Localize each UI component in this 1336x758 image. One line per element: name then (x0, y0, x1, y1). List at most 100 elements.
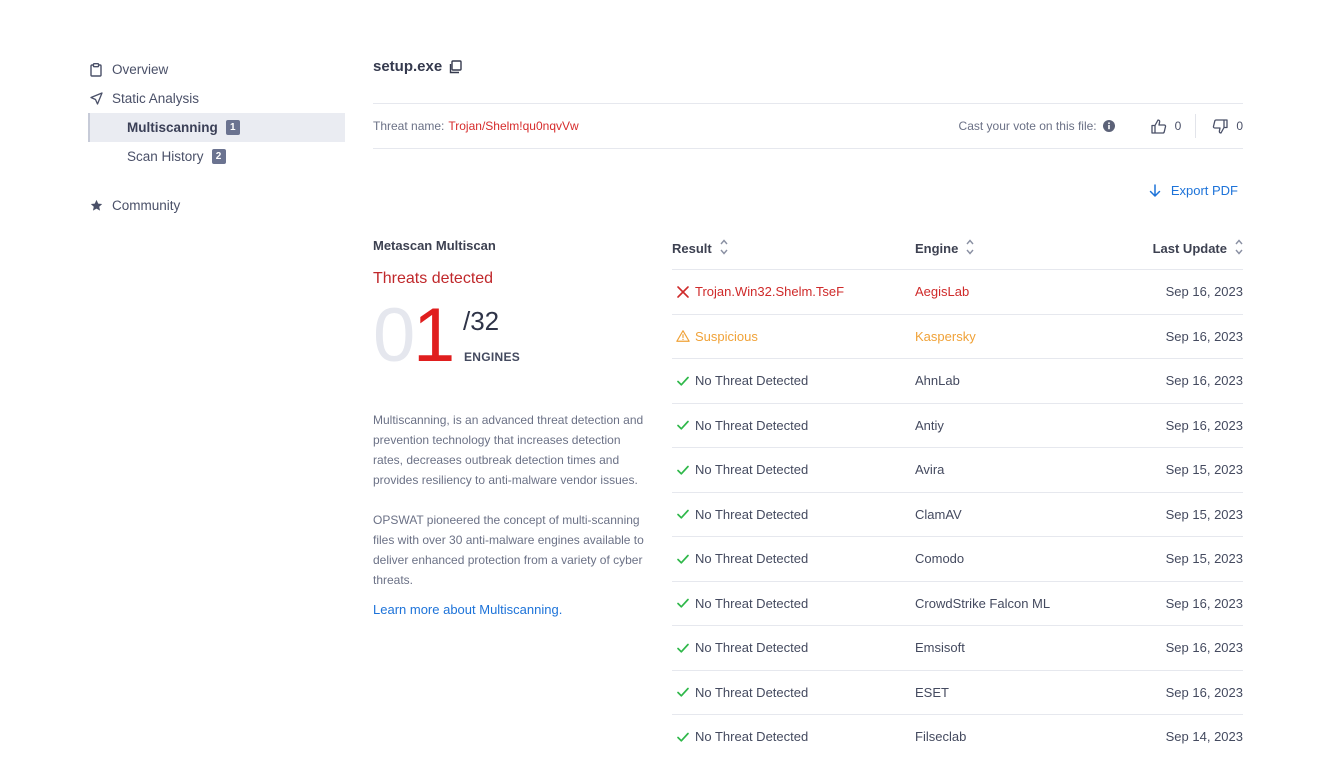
check-icon (676, 552, 690, 566)
sidebar-item-scan-history[interactable]: Scan History 2 (88, 142, 345, 171)
column-header-label: Engine (915, 241, 959, 256)
sidebar-item-label: Scan History (127, 149, 204, 164)
export-pdf-button[interactable]: Export PDF (1149, 183, 1238, 198)
star-icon (89, 199, 103, 213)
result-text: No Threat Detected (695, 417, 809, 433)
send-icon (89, 92, 103, 106)
sidebar-item-label: Multiscanning (127, 120, 218, 135)
table-row[interactable]: Suspicious Kaspersky Sep 16, 2023 (672, 315, 1243, 359)
date-cell: Sep 15, 2023 (1165, 551, 1243, 567)
date-cell: Sep 16, 2023 (1165, 595, 1243, 611)
results-table: Result Engine Last Update Trojan.Win32.S… (672, 228, 1243, 758)
result-text: No Threat Detected (695, 551, 809, 567)
result-cell: No Threat Detected (672, 507, 915, 522)
sidebar: Overview Static Analysis Multiscanning 1… (88, 55, 345, 220)
result-text: No Threat Detected (695, 640, 809, 656)
x-icon (676, 285, 690, 299)
downvote-button[interactable]: 0 (1212, 118, 1243, 134)
engine-cell: ClamAV (915, 506, 962, 522)
table-row[interactable]: No Threat Detected CrowdStrike Falcon ML S… (672, 582, 1243, 626)
result-cell: No Threat Detected (672, 685, 915, 700)
check-icon (676, 418, 690, 432)
sidebar-item-overview[interactable]: Overview (88, 55, 345, 84)
sort-icon (720, 238, 728, 259)
check-icon (676, 596, 690, 610)
result-text: No Threat Detected (695, 506, 809, 522)
engine-cell: Avira (915, 462, 945, 478)
engines-label: ENGINES (464, 350, 521, 364)
date-cell: Sep 16, 2023 (1165, 684, 1243, 700)
engine-cell: CrowdStrike Falcon ML (915, 595, 1051, 611)
result-cell: No Threat Detected (672, 729, 915, 744)
table-row[interactable]: No Threat Detected Antiy Sep 16, 2023 (672, 404, 1243, 448)
table-row[interactable]: No Threat Detected ClamAV Sep 15, 2023 (672, 493, 1243, 537)
detection-score: 0 1 /32 ENGINES (373, 293, 648, 390)
column-header-engine[interactable]: Engine (915, 238, 1115, 259)
result-text: No Threat Detected (695, 684, 809, 700)
table-row[interactable]: No Threat Detected Avira Sep 15, 2023 (672, 448, 1243, 493)
table-row[interactable]: No Threat Detected ESET Sep 16, 2023 (672, 671, 1243, 715)
check-icon (676, 641, 690, 655)
column-header-label: Result (672, 241, 712, 256)
engine-cell: Filseclab (915, 729, 967, 745)
verdict-text: Threats detected (373, 270, 494, 287)
sort-icon (966, 238, 974, 259)
score-leading-zero: 0 (373, 293, 415, 378)
upvote-count: 0 (1174, 119, 1182, 133)
vote-section: Cast your vote on this file: 0 0 (959, 104, 1243, 148)
date-cell: Sep 16, 2023 (1165, 640, 1243, 656)
date-cell: Sep 16, 2023 (1165, 417, 1243, 433)
warning-icon (676, 329, 690, 343)
file-name: setup.exe (373, 58, 443, 75)
result-text: No Threat Detected (695, 595, 809, 611)
result-text: No Threat Detected (695, 729, 809, 745)
result-text: Suspicious (695, 328, 758, 344)
result-text: No Threat Detected (695, 373, 809, 389)
table-row[interactable]: Trojan.Win32.Shelm.TseF AegisLab Sep 16, 2… (672, 270, 1243, 315)
date-cell: Sep 15, 2023 (1165, 462, 1243, 478)
date-cell: Sep 16, 2023 (1165, 373, 1243, 389)
export-pdf-label: Export PDF (1170, 183, 1238, 198)
column-header-last-update[interactable]: Last Update (1115, 238, 1243, 259)
date-cell: Sep 14, 2023 (1165, 729, 1243, 745)
table-row[interactable]: No Threat Detected Filseclab Sep 14, 2023 (672, 715, 1243, 758)
result-cell: No Threat Detected (672, 640, 915, 655)
column-header-result[interactable]: Result (672, 238, 915, 259)
date-cell: Sep 16, 2023 (1165, 284, 1243, 300)
check-icon (676, 685, 690, 699)
thumbs-down-icon (1213, 118, 1228, 134)
threat-bar: Threat name: Trojan/Shelm!qu0nqvVw Cast … (373, 103, 1243, 149)
scan-summary: Metascan Multiscan Threats detected 0 1 … (373, 238, 648, 617)
threat-name-label: Threat name: (373, 119, 445, 133)
result-cell: No Threat Detected (672, 418, 915, 433)
check-icon (676, 463, 690, 477)
table-row[interactable]: No Threat Detected AhnLab Sep 16, 2023 (672, 359, 1243, 404)
engine-cell: Comodo (915, 551, 965, 567)
table-row[interactable]: No Threat Detected Comodo Sep 15, 2023 (672, 537, 1243, 582)
engine-cell: Antiy (915, 417, 944, 433)
engine-cell: AegisLab (915, 284, 970, 300)
sidebar-item-community[interactable]: Community (88, 191, 345, 220)
upvote-button[interactable]: 0 (1150, 118, 1182, 134)
result-cell: No Threat Detected (672, 551, 915, 566)
check-icon (676, 507, 690, 521)
count-badge: 1 (225, 120, 240, 135)
downvote-count: 0 (1236, 119, 1243, 133)
table-body: Trojan.Win32.Shelm.TseF AegisLab Sep 16, 2… (672, 270, 1243, 758)
description-paragraph: Multiscanning, is an advanced threat det… (373, 413, 644, 487)
sidebar-item-label: Static Analysis (112, 91, 200, 106)
engine-cell: Kaspersky (915, 328, 976, 344)
threat-name-value[interactable]: Trojan/Shelm!qu0nqvVw (448, 119, 578, 133)
engine-cell: AhnLab (915, 373, 960, 389)
result-text: Trojan.Win32.Shelm.TseF (695, 284, 845, 300)
table-row[interactable]: No Threat Detected Emsisoft Sep 16, 2023 (672, 626, 1243, 671)
sidebar-item-multiscanning[interactable]: Multiscanning 1 (88, 113, 345, 142)
sidebar-item-static-analysis[interactable]: Static Analysis (88, 84, 345, 113)
learn-more-link[interactable]: Learn more about Multiscanning. (373, 602, 648, 617)
engine-cell: Emsisoft (915, 640, 965, 656)
copy-icon[interactable] (448, 59, 462, 74)
check-icon (676, 730, 690, 744)
vote-label: Cast your vote on this file: (958, 119, 1097, 133)
info-icon[interactable] (1102, 120, 1115, 132)
result-cell: No Threat Detected (672, 373, 915, 388)
